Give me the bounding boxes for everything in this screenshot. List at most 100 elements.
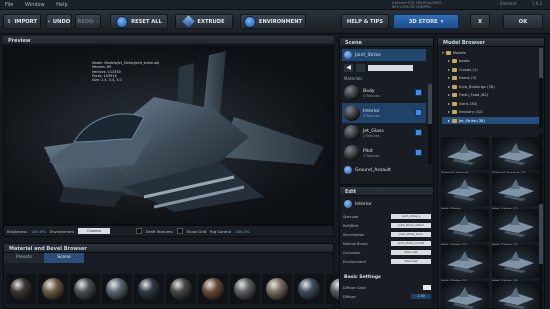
settings-icon[interactable] xyxy=(356,64,365,72)
diffuse-value[interactable]: 1.00 xyxy=(411,294,431,299)
material-sphere xyxy=(138,278,160,300)
chevron-right-icon[interactable]: ▸ xyxy=(448,59,450,63)
edit-texture-row: Environment None Set xyxy=(343,258,431,265)
close-button[interactable]: X xyxy=(470,14,490,29)
model-thumbnail[interactable]: Jumbo_Jet_02 xyxy=(492,281,540,309)
model-thumbnail[interactable]: Joint_Strike_06 xyxy=(492,245,540,285)
model-thumbnail[interactable]: Joint_Strike_03 xyxy=(441,209,489,249)
model-thumbnail[interactable]: Joint_Strike_02 xyxy=(492,173,540,213)
material-swatch[interactable] xyxy=(166,274,196,304)
chevron-right-icon[interactable]: ▸ xyxy=(448,93,450,97)
model-thumbnail[interactable]: Ground_Assault_02 xyxy=(492,137,540,177)
environment-button[interactable]: ENVIRONMENT xyxy=(240,14,306,29)
model-thumbnail[interactable]: Joint_Strike_04 xyxy=(492,209,540,249)
chevron-right-icon[interactable]: ▸ xyxy=(448,110,450,114)
tree-item[interactable]: ▸ Clouds (1) xyxy=(442,66,540,73)
material-swatch[interactable] xyxy=(6,274,36,304)
tree-scrollbar[interactable] xyxy=(539,48,543,128)
version-label: 1.0.2 xyxy=(532,1,543,6)
edit-row-value[interactable]: joint_strike_s xyxy=(391,214,431,219)
material-swatch[interactable] xyxy=(294,274,324,304)
material-browser: Material and Bevel Browser Presets Scene xyxy=(3,243,356,309)
jet-thumbnail-icon xyxy=(447,179,483,201)
tree-item[interactable]: ▸ Demo (3) xyxy=(442,75,540,82)
edit-row-value[interactable]: joint_strike_illum xyxy=(391,232,431,237)
material-swatch[interactable] xyxy=(38,274,68,304)
material-swatch[interactable] xyxy=(70,274,100,304)
tab-presets[interactable]: Presets xyxy=(4,253,44,263)
tree-item[interactable]: ▸ Jet_Strike (38) xyxy=(442,117,540,124)
material-swatch[interactable] xyxy=(230,274,260,304)
tree-item[interactable]: ▸ Icons (30) xyxy=(442,100,540,107)
draft-textures-checkbox[interactable] xyxy=(135,228,142,234)
object-slider[interactable] xyxy=(368,65,413,71)
material-visible-checkbox[interactable] xyxy=(415,129,422,136)
model-thumbnail[interactable]: Ground_Assault xyxy=(441,137,489,177)
material-visible-checkbox[interactable] xyxy=(415,109,422,116)
chevron-right-icon[interactable]: ▸ xyxy=(448,119,450,123)
extrude-button[interactable]: EXTRUDE xyxy=(175,14,233,29)
material-swatch[interactable] xyxy=(134,274,164,304)
show-grid-checkbox[interactable] xyxy=(176,228,183,234)
brightness-value[interactable]: 100.0% xyxy=(31,229,45,234)
import-button[interactable]: ⇩ IMPORT xyxy=(3,14,41,29)
tree-item[interactable]: ▸ Industry (42) xyxy=(442,109,540,116)
3d-store-button[interactable]: 3D STORE ▾ xyxy=(393,14,459,29)
edit-row-value[interactable]: joint_strike_normal xyxy=(391,241,431,246)
chevron-right-icon[interactable]: ▸ xyxy=(448,102,450,106)
material-preview xyxy=(344,85,360,101)
play-icon[interactable]: ◀ xyxy=(344,64,353,72)
help-tips-button[interactable]: HELP & TIPS xyxy=(341,14,389,29)
diffuse-color-swatch[interactable] xyxy=(423,285,431,290)
material-visible-checkbox[interactable] xyxy=(415,89,422,96)
scene-material-item[interactable]: Pilot 4 Textures xyxy=(342,143,426,163)
model-preview-image xyxy=(492,173,540,206)
material-preview xyxy=(344,105,360,121)
material-swatch[interactable] xyxy=(198,274,228,304)
thumbs-scrollbar[interactable] xyxy=(539,134,543,308)
material-swatch[interactable] xyxy=(262,274,292,304)
model-preview-image xyxy=(492,281,540,309)
chevron-right-icon[interactable]: ▸ xyxy=(448,85,450,89)
redo-button[interactable]: REDO › xyxy=(75,14,101,29)
scene-object-joint-strike[interactable]: Joint_Strike xyxy=(342,49,426,61)
preview-viewport[interactable]: Model: Models/Jet_Strike/joint_strike.ob… xyxy=(3,46,334,225)
edit-row-value[interactable]: None Set xyxy=(391,259,431,264)
material-swatch[interactable] xyxy=(102,274,132,304)
model-thumbnail[interactable]: Joint_Strike xyxy=(441,173,489,213)
import-icon: ⇩ xyxy=(7,18,12,25)
undo-button[interactable]: ‹ UNDO xyxy=(46,14,72,29)
chevron-right-icon[interactable]: ▸ xyxy=(448,68,450,72)
scene-object-ground-assault[interactable]: Ground_Assault xyxy=(342,164,426,176)
tab-scene[interactable]: Scene xyxy=(44,253,84,263)
edit-row-label: Refl/Refr xyxy=(343,223,359,228)
chevron-right-icon[interactable]: ▸ xyxy=(448,76,450,80)
model-thumbnail[interactable]: Joint_Strike_05 xyxy=(441,245,489,285)
material-visible-checkbox[interactable] xyxy=(415,149,422,156)
menu-window[interactable]: Window xyxy=(20,0,50,10)
menu-help[interactable]: Help xyxy=(51,0,72,10)
scene-material-item[interactable]: Body 4 Textures xyxy=(342,83,426,103)
rig-control-value[interactable]: 100.0% xyxy=(235,229,249,234)
ok-button[interactable]: OK xyxy=(503,14,543,29)
scene-material-item[interactable]: Jet_Glass 2 Textures xyxy=(342,123,426,143)
chevron-right-icon[interactable]: ▾ xyxy=(442,51,444,55)
tree-item[interactable]: ▸ bases xyxy=(442,58,540,65)
tree-item[interactable]: ▸ Euro_Buildings (36) xyxy=(442,83,540,90)
folder-icon xyxy=(451,59,457,63)
tree-item[interactable]: ▾ Models xyxy=(442,49,540,56)
environment-select[interactable]: Cinema xyxy=(77,228,110,234)
edit-row-value[interactable]: joint_strike_reflect xyxy=(391,223,431,228)
menu-file[interactable]: File xyxy=(0,0,18,10)
reset-all-button[interactable]: RESET ALL xyxy=(110,14,168,29)
tree-item[interactable]: ▸ Fresh_Food (82) xyxy=(442,92,540,99)
model-thumbnail[interactable]: Jumbo_Jet xyxy=(441,281,489,309)
scene-material-item[interactable]: Interior 4 Textures xyxy=(342,103,426,123)
jet-thumbnail-icon xyxy=(447,215,483,237)
jet-thumbnail-icon xyxy=(447,287,483,309)
scene-scrollbar[interactable] xyxy=(428,84,432,164)
tree-item-label: bases xyxy=(458,59,470,63)
edit-row-value[interactable]: None Set xyxy=(391,250,431,255)
edit-row-label: Specular xyxy=(343,214,359,219)
edit-texture-row: Occlusion None Set xyxy=(343,249,431,256)
